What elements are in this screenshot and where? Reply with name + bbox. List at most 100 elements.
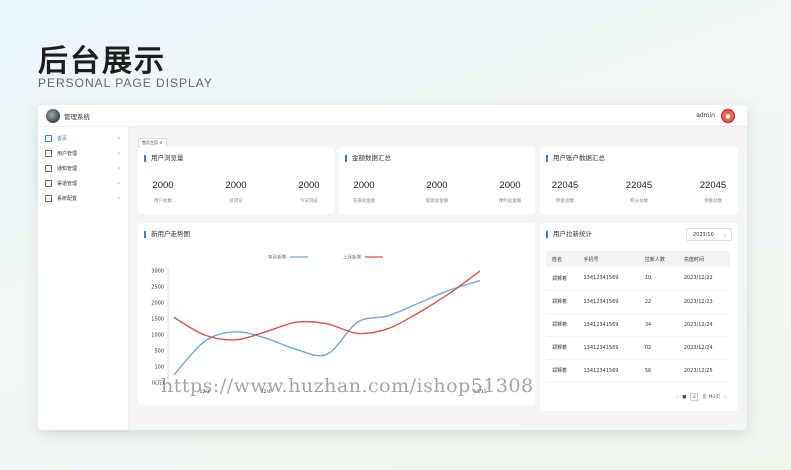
table-row: 郑狮着 13412341569 02 2023/12/24 xyxy=(546,336,730,360)
table-cell: 13412341569 xyxy=(577,290,639,314)
stat-value: 22045 xyxy=(625,180,653,191)
stat-label: 用户总数 xyxy=(154,199,172,204)
column-header: 拉新人数 xyxy=(638,251,678,267)
y-tick-label: 2000 xyxy=(151,301,164,307)
user-avatar[interactable]: ● xyxy=(721,109,735,123)
trend-chart: 0(万) 100 500 1000 1500 2000 2500 3000 12/3 12/4 12… xyxy=(151,254,486,396)
sidebar-item-settings[interactable]: 系统配置 › xyxy=(38,191,128,206)
stat-label: 佣金总数 xyxy=(556,199,574,204)
table-cell: 2023/12/25 xyxy=(677,359,730,383)
stat-label: 积分总数 xyxy=(630,199,648,204)
column-header: 充值时间 xyxy=(677,251,730,267)
hero-title: 后台展示 xyxy=(38,44,166,79)
stat-value: 2000 xyxy=(298,180,320,191)
table-row: 郑狮着 13412341569 56 2023/12/25 xyxy=(546,359,730,383)
month-select[interactable]: 2023/10 ⌄ xyxy=(686,228,732,241)
stat-value: 22045 xyxy=(551,180,579,191)
table-cell: 10 xyxy=(638,267,678,291)
ranking-table: 姓名 手机号 拉新人数 充值时间 郑狮着 13412341569 10 2023… xyxy=(546,251,730,383)
browse-card: 用户浏览量 2000 用户总数 2000 总浏览 2000 今日浏览 xyxy=(138,147,334,214)
stat-item: 2000 总浏览 xyxy=(211,180,261,204)
stat-item: 22045 余额总数 xyxy=(688,180,738,204)
bell-icon xyxy=(45,165,52,172)
table-cell: 56 xyxy=(638,359,678,383)
stat-label: 预约总金额 xyxy=(498,199,522,204)
table-cell: 13412341569 xyxy=(577,313,639,337)
table-cell: 02 xyxy=(638,336,678,360)
channel-icon xyxy=(45,180,52,187)
stat-label: 总浏览 xyxy=(229,199,243,204)
sidebar-item-label: 系统配置 xyxy=(57,196,78,202)
user-name[interactable]: admin xyxy=(696,112,715,119)
app-logo-icon xyxy=(46,108,60,123)
table-cell: 22 xyxy=(638,290,678,314)
table-cell: 2023/12/22 xyxy=(677,267,730,291)
stat-item: 2000 充值总金额 xyxy=(339,180,389,204)
y-tick-label: 100 xyxy=(154,365,164,371)
account-card: 用户账户数据汇总 22045 佣金总数 22045 积分总数 22045 余额总… xyxy=(540,147,738,214)
top-bar: 管理系统 admin ● xyxy=(38,105,747,127)
y-tick-label: 3000 xyxy=(151,269,164,275)
amount-card: 金额数据汇总 2000 充值总金额 2000 提现总金额 2000 预约总金额 xyxy=(339,147,535,214)
admin-window: 管理系统 admin ● 首页 › 用户管理 › 通知管理 › 渠道管理 › 系… xyxy=(38,105,747,430)
stat-value: 2000 xyxy=(426,180,448,191)
series-line-0 xyxy=(173,279,481,376)
table-cell: 13412341569 xyxy=(577,359,639,383)
stat-value: 2000 xyxy=(499,180,521,191)
stat-item: 22045 佣金总数 xyxy=(540,180,590,204)
stat-label: 余额总数 xyxy=(704,199,722,204)
legend-label: 上月新增 xyxy=(343,254,361,261)
table-cell: 郑狮着 xyxy=(546,336,578,360)
table-row: 郑狮着 13412341569 22 2023/12/23 xyxy=(546,290,730,314)
x-tick-label: 12/4 xyxy=(261,389,271,395)
table-row: 郑狮着 13412341569 10 2023/12/22 xyxy=(546,267,730,291)
sidebar-item-home[interactable]: 首页 › xyxy=(38,131,128,146)
sidebar: 首页 › 用户管理 › 通知管理 › 渠道管理 › 系统配置 › xyxy=(38,127,129,430)
stat-value: 2000 xyxy=(225,180,247,191)
column-header: 手机号 xyxy=(577,251,639,267)
prev-page-icon[interactable]: ‹ xyxy=(676,395,678,400)
page-number-input[interactable]: 2 xyxy=(690,393,699,401)
stat-label: 今日浏览 xyxy=(300,199,318,204)
stat-value: 22045 xyxy=(699,180,727,191)
series-line-1 xyxy=(173,270,481,341)
trend-card: 新用户走势图 0(万) 100 500 1000 1500 2000 2500 3000 12/… xyxy=(138,223,535,405)
sidebar-item-label: 首页 xyxy=(57,136,68,142)
y-tick-label: 1500 xyxy=(151,317,164,323)
sidebar-item-users[interactable]: 用户管理 › xyxy=(38,146,128,161)
sidebar-item-label: 通知管理 xyxy=(57,166,78,172)
pagination: ‹ ■ 2 页 共2页 › xyxy=(676,393,726,401)
stat-value: 2000 xyxy=(353,180,375,191)
page-indicator-dot: ■ xyxy=(682,394,687,400)
month-select-value: 2023/10 xyxy=(693,231,714,238)
chevron-right-icon: › xyxy=(117,135,120,142)
next-page-icon[interactable]: › xyxy=(724,395,726,400)
hero-subtitle: PERSONAL PAGE DISPLAY xyxy=(38,76,213,90)
stat-label: 提现总金额 xyxy=(425,199,449,204)
stat-item: 2000 今日浏览 xyxy=(284,180,334,204)
page-total-label: 页 共2页 xyxy=(702,395,721,400)
sidebar-item-notifications[interactable]: 通知管理 › xyxy=(38,161,128,176)
stat-label: 充值总金额 xyxy=(352,199,376,204)
chevron-right-icon: › xyxy=(117,195,120,202)
y-tick-label: 500 xyxy=(154,349,164,355)
table-cell: 郑狮着 xyxy=(546,359,578,383)
dashboard-icon xyxy=(45,135,52,142)
table-cell: 2023/12/24 xyxy=(677,336,730,360)
table-cell: 34 xyxy=(638,313,678,337)
legend-label: 本月新增 xyxy=(268,254,286,261)
x-tick-label: 12/3 xyxy=(200,389,210,395)
sidebar-item-label: 渠道管理 xyxy=(57,181,78,187)
card-title: 用户浏览量 xyxy=(144,155,184,162)
y-tick-label: 1000 xyxy=(151,333,164,339)
sidebar-item-channels[interactable]: 渠道管理 › xyxy=(38,176,128,191)
stat-item: 2000 提现总金额 xyxy=(412,180,462,204)
y-tick-label: 0(万) xyxy=(152,381,164,387)
table-cell: 郑狮着 xyxy=(546,290,578,314)
tab-bar: 首页主页 × xyxy=(129,127,747,148)
app-title: 管理系统 xyxy=(64,112,90,121)
chevron-right-icon: › xyxy=(117,150,120,157)
table-header-row: 姓名 手机号 拉新人数 充值时间 xyxy=(546,251,730,267)
ranking-card: 用户拉新统计 2023/10 ⌄ 姓名 手机号 拉新人数 充值时间 郑狮着 13… xyxy=(540,223,738,411)
table-cell: 13412341569 xyxy=(577,267,639,291)
